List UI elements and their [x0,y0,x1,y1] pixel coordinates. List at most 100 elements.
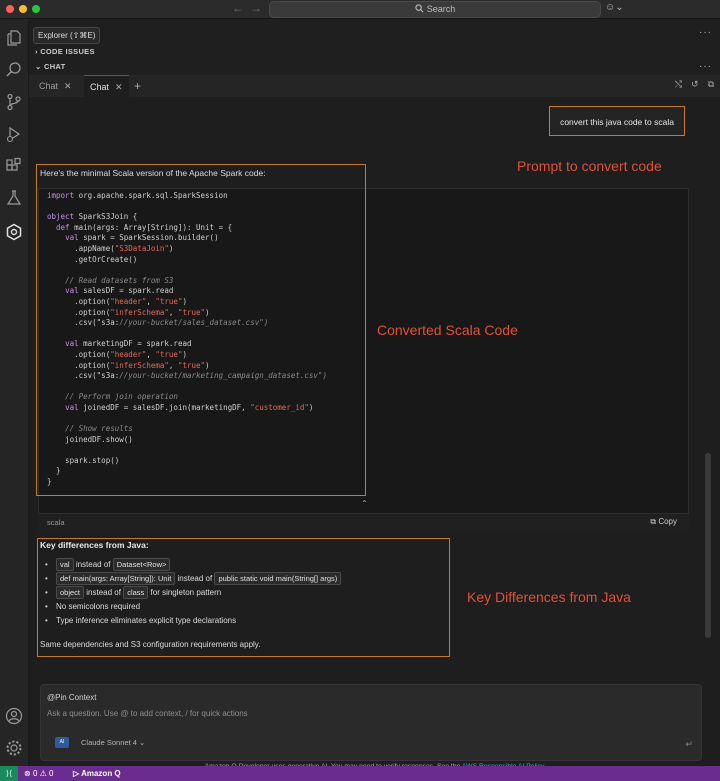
code-line: spark.stop() [47,455,120,465]
forward-arrow-icon[interactable]: → [250,1,262,15]
warning-count: 0 [49,769,54,778]
amazon-q-icon[interactable] [5,223,23,241]
new-tab-plus-icon[interactable]: + [134,75,141,97]
code-line: val spark = SparkSession.builder() [65,233,219,243]
tab-chat-2[interactable]: Chat ✕ [84,75,129,98]
code-chip: class [123,586,149,599]
problems-indicator[interactable]: ⊗ 0 ⚠ 0 [24,766,53,781]
title-bar: ← → Search ☺⌄ [0,0,720,19]
code-line: .csv("s3a://your-bucket/sales_dataset.cs… [47,318,269,328]
copilot-icon[interactable]: ☺⌄ [605,2,624,13]
diff-text: instead of [86,588,121,597]
chat-input-placeholder[interactable]: Ask a question. Use @ to add context, / … [47,709,248,718]
code-line: } [47,477,52,487]
list-item: Type inference eliminates explicit type … [45,614,341,628]
search-label: Search [426,4,456,14]
search-icon[interactable] [5,61,23,79]
code-line: // Show results [65,424,133,434]
code-issues-label: CODE ISSUES [40,47,95,56]
code-issues-title: › CODE ISSUES [35,45,95,59]
copy-label: Copy [658,517,677,526]
model-selector[interactable]: Claude Sonnet 4 ⌄ [81,738,145,747]
code-line: .appName("S3DataJoin") [47,243,174,253]
settings-gear-icon[interactable] [5,739,23,757]
code-line: .option("inferSchema", "true") [47,307,210,317]
source-control-icon[interactable] [5,93,23,111]
chat-more-actions-icon[interactable]: ··· [699,60,712,74]
chevron-right-icon: › [35,47,38,56]
key-differences-list: val instead of Dataset<Row> def main(arg… [45,558,342,628]
code-language-label: scala [47,518,65,527]
copy-icon: ⧉ [650,517,657,526]
diff-text: Type inference eliminates explicit type … [56,616,237,625]
search-icon [415,4,424,13]
transform-icon[interactable]: ⤭ [675,79,682,89]
account-icon[interactable] [5,707,23,725]
collapse-chevron-icon[interactable]: ⌃ [361,499,368,508]
annotation-prompt: Prompt to convert code [517,158,662,174]
model-name: Claude Sonnet 4 [81,738,137,747]
error-count: 0 [32,769,38,778]
amazon-q-status[interactable]: ▷ Amazon Q [73,766,121,781]
diff-text: No semicolons required [56,602,141,611]
code-line: } [47,466,61,476]
pin-context-button[interactable]: @Pin Context [47,693,96,702]
code-chip: object [56,586,85,599]
maximize-window-button[interactable] [32,5,40,13]
code-issues-header[interactable]: › CODE ISSUES [29,45,720,59]
code-line: def main(args: Array[String]): Unit = { [56,222,233,232]
code-chip: def main(args: Array[String]): Unit [56,572,176,585]
back-arrow-icon[interactable]: ← [232,1,244,15]
code-chip: val [56,558,74,571]
tab-label: Chat [39,81,59,91]
send-icon[interactable]: ↵ [685,739,693,750]
open-external-icon[interactable]: ⧉ [708,79,714,89]
extensions-icon[interactable] [5,157,23,175]
explorer-icon[interactable] [5,29,23,47]
code-chip: Dataset<Row> [112,558,171,571]
error-icon: ⊗ [24,769,31,778]
command-center-search[interactable]: Search [269,1,601,18]
diff-text: instead of [177,574,213,583]
chat-input-box[interactable]: @Pin Context Ask a question. Use @ to ad… [40,684,702,761]
chat-view: convert this java code to scala Prompt t… [29,97,720,770]
user-prompt-bubble: convert this java code to scala [549,106,685,136]
code-line: val salesDF = spark.read [65,286,174,296]
code-line: import org.apache.spark.sql.SparkSession [47,191,228,200]
list-item: val instead of Dataset<Row> [45,558,341,572]
copy-button[interactable]: ⧉ Copy [650,517,677,527]
remote-indicator-icon[interactable]: ⟩⟨ [0,766,18,781]
history-icon[interactable]: ↺ [691,79,699,89]
close-window-button[interactable] [6,5,14,13]
close-tab-icon[interactable]: ✕ [115,82,123,92]
run-debug-icon[interactable] [5,125,23,143]
close-tab-icon[interactable]: ✕ [64,81,72,91]
code-footer: scala ⧉ Copy [38,513,689,532]
more-actions-icon[interactable]: ··· [699,27,712,38]
code-line: object SparkS3Join { [47,212,138,222]
explorer-tooltip: Explorer (⇧⌘E) [33,27,101,44]
code-line: joinedDF.show() [47,434,133,444]
list-item: object instead of class for singleton pa… [45,586,341,600]
chevron-down-icon: ⌄ [35,62,42,71]
code-chip: public static void main(String[] args) [214,572,342,585]
annotation-differences: Key Differences from Java [467,589,631,605]
code-line: val marketingDF = spark.read [65,339,192,349]
code-line: // Read datasets from S3 [65,275,174,285]
code-line: // Perform join operation [65,392,178,402]
tab-chat-1[interactable]: Chat ✕ [33,75,78,97]
key-differences-footer: Same dependencies and S3 configuration r… [40,640,261,649]
status-bar: ⟩⟨ ⊗ 0 ⚠ 0 ▷ Amazon Q [0,766,720,781]
testing-flask-icon[interactable] [5,189,23,207]
key-differences-title: Key differences from Java: [40,540,149,550]
chat-label: CHAT [43,62,66,71]
list-item: No semicolons required [45,600,341,614]
model-icon: AI [55,737,69,748]
code-line: val joinedDF = salesDF.join(marketingDF,… [65,402,314,412]
chat-header[interactable]: ⌄ CHAT ··· [29,60,720,74]
chat-tab-bar: Chat ✕ Chat ✕ + ⤭ ↺ ⧉ [29,75,720,98]
code-line: .option("header", "true") [47,296,187,306]
minimize-window-button[interactable] [19,5,27,13]
chat-scrollbar[interactable] [705,453,711,638]
code-line: .csv("s3a://your-bucket/marketing_campai… [47,371,327,381]
